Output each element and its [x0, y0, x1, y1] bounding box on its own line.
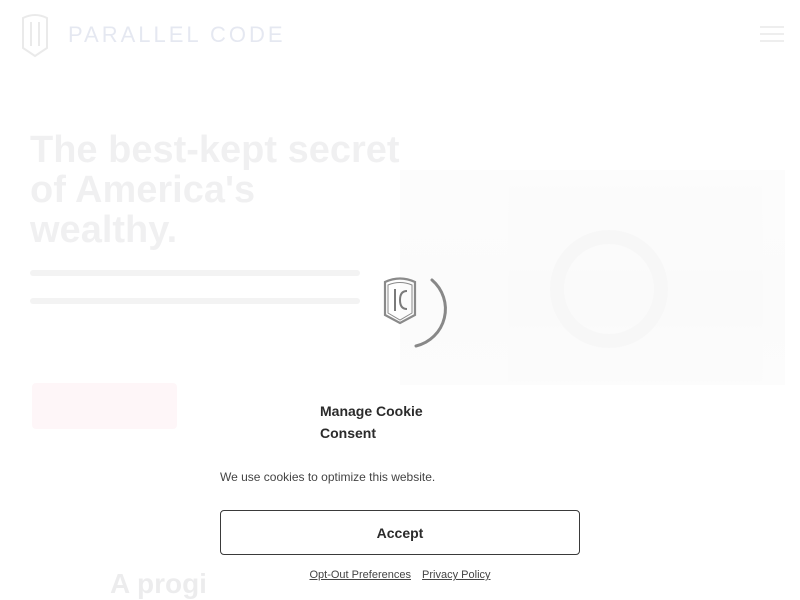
cookie-consent-banner: Manage Cookie Consent We use cookies to …	[220, 400, 580, 581]
page: PARALLEL CODE The best-kept secret of Am…	[0, 0, 800, 600]
hero-image	[400, 170, 785, 385]
consent-links: Opt-Out Preferences Privacy Policy	[220, 569, 580, 581]
hamburger-menu-icon[interactable]	[760, 26, 784, 44]
opt-out-preferences-link[interactable]: Opt-Out Preferences	[309, 569, 411, 581]
consent-title: Manage Cookie Consent	[320, 403, 423, 441]
hero-title: The best-kept secret of America's wealth…	[30, 129, 400, 251]
consent-message: We use cookies to optimize this website.	[220, 470, 436, 484]
hero-subtitle	[30, 270, 360, 310]
privacy-policy-link[interactable]: Privacy Policy	[422, 569, 490, 581]
hero-cta-button[interactable]	[32, 383, 177, 429]
accept-button[interactable]: Accept	[220, 510, 580, 555]
site-header: PARALLEL CODE	[0, 0, 800, 70]
brand-logo-icon[interactable]	[20, 12, 50, 58]
shield-logo-icon	[383, 277, 417, 325]
brand-name[interactable]: PARALLEL CODE	[68, 22, 286, 48]
loading-spinner	[350, 250, 450, 350]
section-heading: A progi	[110, 568, 207, 599]
